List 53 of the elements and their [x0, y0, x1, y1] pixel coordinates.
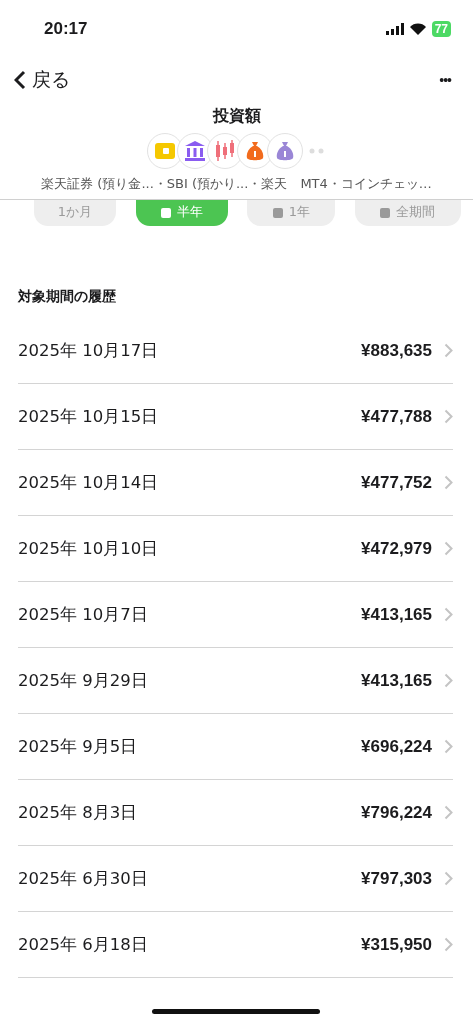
history-amount: ¥696,224	[361, 736, 432, 757]
history-amount: ¥477,752	[361, 472, 432, 493]
history-date: 2025年 9月29日	[18, 669, 148, 692]
chevron-icon	[444, 409, 453, 424]
chevron-icon	[444, 937, 453, 952]
history-amount: ¥883,635	[361, 340, 432, 361]
chevron-icon	[444, 673, 453, 688]
history-date: 2025年 10月17日	[18, 339, 159, 362]
history-date: 2025年 10月14日	[18, 471, 159, 494]
history-amount: ¥413,165	[361, 604, 432, 625]
history-date: 2025年 6月30日	[18, 867, 148, 890]
history-date: 2025年 9月5日	[18, 735, 138, 758]
history-row[interactable]: 2025年 10月10日 ¥472,979	[18, 516, 453, 582]
history-amount: ¥797,303	[361, 868, 432, 889]
chevron-icon	[444, 739, 453, 754]
back-button[interactable]: 戻る	[14, 67, 70, 93]
chevron-icon	[444, 343, 453, 358]
bank-icon	[183, 140, 206, 162]
history-row[interactable]: 2025年 10月15日 ¥477,788	[18, 384, 453, 450]
back-chevron-icon	[14, 70, 26, 90]
accounts-subtitle: 楽天証券 (預り金...・SBI (預かり...・楽天 MT4・コインチェッ…	[41, 175, 432, 193]
page-title: 投資額	[212, 106, 261, 127]
history-row[interactable]: 2025年 10月17日 ¥883,635	[18, 318, 453, 384]
history-row[interactable]: 2025年 9月5日 ¥696,224	[18, 714, 453, 780]
history-row[interactable]: 2025年 6月30日 ¥797,303	[18, 846, 453, 912]
history-amount: ¥413,165	[361, 670, 432, 691]
history-row[interactable]: 2025年 9月29日 ¥413,165	[18, 648, 453, 714]
section-title: 対象期間の履歴	[17, 287, 117, 306]
status-time: 20:17	[44, 19, 88, 39]
history-row[interactable]: 2025年 6月18日 ¥315,950	[18, 912, 453, 978]
wallet-icon	[153, 140, 176, 162]
signal-icon	[385, 23, 404, 35]
more-button[interactable]: •••	[439, 72, 451, 88]
history-amount: ¥472,979	[361, 538, 432, 559]
battery-level: 77	[431, 21, 451, 37]
history-date: 2025年 10月15日	[18, 405, 159, 428]
history-amount: ¥796,224	[361, 802, 432, 823]
history-amount: ¥477,788	[361, 406, 432, 427]
history-row[interactable]: 2025年 10月14日 ¥477,752	[18, 450, 453, 516]
history-row[interactable]: 2025年 10月7日 ¥413,165	[18, 582, 453, 648]
history-date: 2025年 10月10日	[18, 537, 159, 560]
history-row[interactable]: 2025年 8月3日 ¥796,224	[18, 780, 453, 846]
wifi-icon	[409, 23, 426, 35]
chevron-icon	[444, 805, 453, 820]
candlestick-icon	[213, 139, 236, 163]
chevron-icon	[444, 475, 453, 490]
chevron-icon	[444, 607, 453, 622]
chevron-icon	[444, 541, 453, 556]
history-date: 2025年 6月18日	[18, 933, 148, 956]
history-date: 2025年 8月3日	[18, 801, 138, 824]
history-date: 2025年 10月7日	[18, 603, 148, 626]
chevron-icon	[444, 871, 453, 886]
history-amount: ¥315,950	[361, 934, 432, 955]
